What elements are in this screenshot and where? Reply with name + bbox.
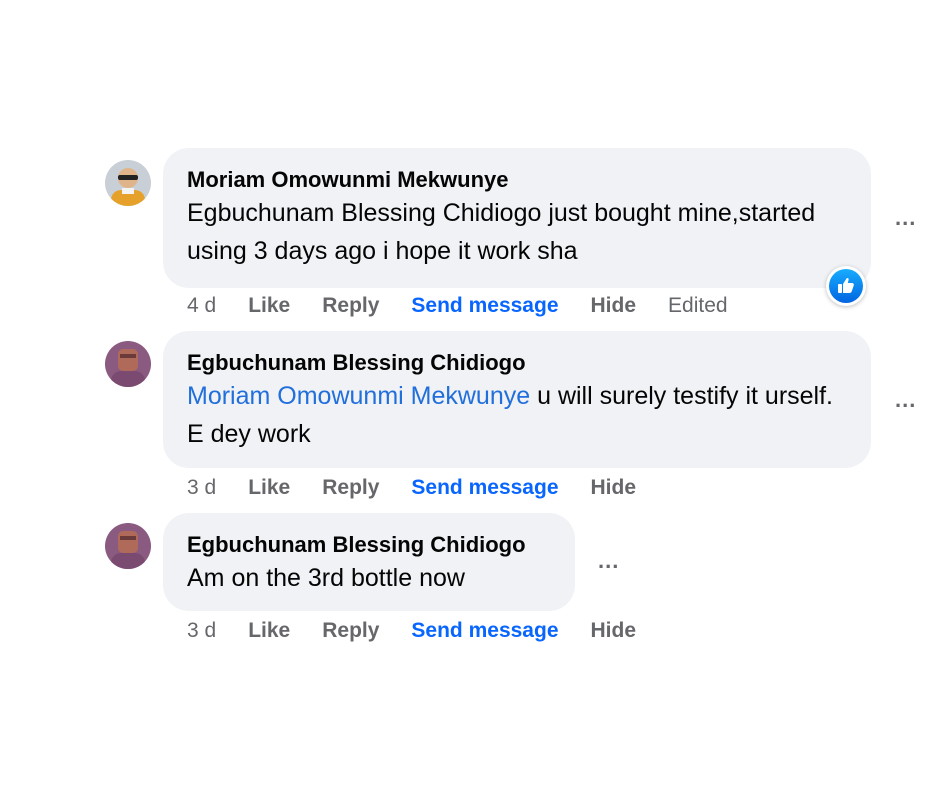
comment-text: Egbuchunam Blessing Chidiogo just bought… xyxy=(187,199,816,265)
more-options-icon[interactable]: ... xyxy=(598,548,619,574)
avatar[interactable] xyxy=(105,160,151,206)
comment-text: Moriam Omowunmi Mekwunye u will surely t… xyxy=(187,377,847,453)
avatar[interactable] xyxy=(105,523,151,569)
like-button[interactable]: Like xyxy=(248,476,290,500)
comment-author[interactable]: Egbuchunam Blessing Chidiogo xyxy=(187,531,551,559)
like-button[interactable]: Like xyxy=(248,294,290,318)
like-button[interactable]: Like xyxy=(248,619,290,643)
avatar-image xyxy=(105,341,151,387)
comment-timestamp[interactable]: 3 d xyxy=(187,619,216,643)
comment-bubble: Egbuchunam Blessing Chidiogo Am on the 3… xyxy=(163,513,575,611)
hide-button[interactable]: Hide xyxy=(591,476,637,500)
avatar-image xyxy=(105,523,151,569)
comment-timestamp[interactable]: 3 d xyxy=(187,476,216,500)
comment-author[interactable]: Moriam Omowunmi Mekwunye xyxy=(187,166,847,194)
avatar-image xyxy=(105,160,151,206)
send-message-button[interactable]: Send message xyxy=(411,619,558,643)
comment-timestamp[interactable]: 4 d xyxy=(187,294,216,318)
send-message-button[interactable]: Send message xyxy=(411,294,558,318)
avatar[interactable] xyxy=(105,341,151,387)
comment-actions: 3 d Like Reply Send message Hide xyxy=(187,616,668,646)
reply-button[interactable]: Reply xyxy=(322,294,379,318)
reply-button[interactable]: Reply xyxy=(322,619,379,643)
more-options-icon[interactable]: ... xyxy=(895,205,916,231)
reply-button[interactable]: Reply xyxy=(322,476,379,500)
hide-button[interactable]: Hide xyxy=(591,294,637,318)
comment-bubble: Egbuchunam Blessing Chidiogo Moriam Omow… xyxy=(163,331,871,468)
edited-label[interactable]: Edited xyxy=(668,294,728,318)
mention-link[interactable]: Moriam Omowunmi Mekwunye xyxy=(187,382,530,410)
comment-actions: 3 d Like Reply Send message Hide xyxy=(187,473,668,503)
comment-text: Am on the 3rd bottle now xyxy=(187,564,465,592)
more-options-icon[interactable]: ... xyxy=(895,387,916,413)
comment-actions: 4 d Like Reply Send message Hide Edited xyxy=(187,291,760,321)
comment-author[interactable]: Egbuchunam Blessing Chidiogo xyxy=(187,349,847,377)
reaction-badge[interactable] xyxy=(826,266,866,306)
hide-button[interactable]: Hide xyxy=(591,619,637,643)
comment-bubble: Moriam Omowunmi Mekwunye Egbuchunam Bles… xyxy=(163,148,871,288)
send-message-button[interactable]: Send message xyxy=(411,476,558,500)
thumbs-up-icon xyxy=(838,278,854,293)
